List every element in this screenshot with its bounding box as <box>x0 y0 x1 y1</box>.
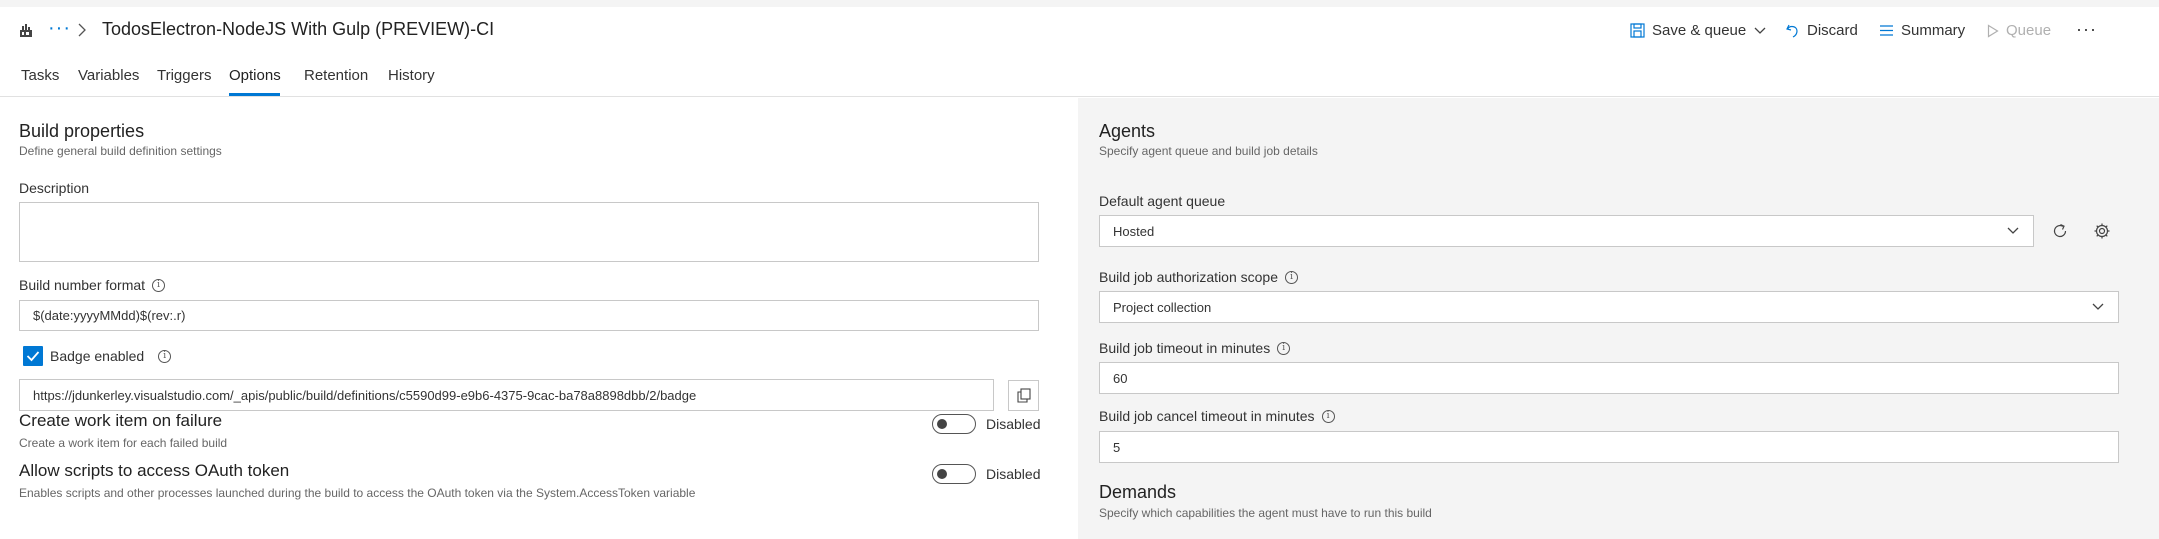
build-job-cancel-timeout-label: Build job cancel timeout in minutes i <box>1099 408 1335 424</box>
oauth-token-toggle[interactable] <box>932 464 976 484</box>
tab-retention[interactable]: Retention <box>304 67 368 84</box>
badge-enabled-label: Badge enabled i <box>50 348 172 364</box>
discard-button[interactable]: Discard <box>1785 22 1858 39</box>
build-job-timeout-text: Build job timeout in minutes <box>1099 340 1271 356</box>
oauth-token-subtitle: Enables scripts and other processes laun… <box>19 486 696 500</box>
breadcrumb-more-button[interactable]: ··· <box>48 18 71 38</box>
page-title: TodosElectron-NodeJS With Gulp (PREVIEW)… <box>102 19 495 39</box>
info-icon[interactable]: i <box>158 349 172 363</box>
info-icon[interactable]: i <box>1321 409 1335 423</box>
agents-heading: Agents <box>1099 121 1156 141</box>
build-job-timeout-input[interactable]: 60 <box>1099 362 2119 394</box>
top-strip <box>0 0 2159 7</box>
breadcrumb-chevron-right-icon <box>77 23 87 37</box>
gear-icon <box>2094 223 2110 239</box>
manage-queue-button[interactable] <box>2092 221 2112 241</box>
play-icon <box>1987 23 1999 38</box>
build-job-cancel-timeout-input[interactable]: 5 <box>1099 431 2119 463</box>
badge-url-field[interactable]: https://jdunkerley.visualstudio.com/_api… <box>19 379 994 411</box>
oauth-token-state: Disabled <box>986 466 1041 482</box>
demands-subtitle: Specify which capabilities the agent mus… <box>1099 506 1432 520</box>
default-agent-queue-select[interactable]: Hosted <box>1099 215 2034 247</box>
build-job-authorization-scope-value: Project collection <box>1113 299 1212 315</box>
more-actions-button[interactable]: ··· <box>2076 19 2097 39</box>
tab-bar: Tasks Variables Triggers Options Retenti… <box>0 57 2159 97</box>
info-icon[interactable]: i <box>1285 270 1299 284</box>
build-properties-subtitle: Define general build definition settings <box>19 144 222 158</box>
active-tab-indicator <box>229 93 280 96</box>
info-icon[interactable]: i <box>152 278 166 292</box>
queue-button[interactable]: Queue <box>1987 22 2051 39</box>
badge-enabled-checkbox[interactable] <box>23 346 43 366</box>
build-properties-heading: Build properties <box>19 121 145 141</box>
build-number-format-input[interactable]: $(date:yyyyMMdd)$(rev:.r) <box>19 300 1039 331</box>
create-work-item-subtitle: Create a work item for each failed build <box>19 436 228 450</box>
chevron-down-icon <box>1754 27 1766 34</box>
create-work-item-state: Disabled <box>986 416 1041 432</box>
badge-enabled-text: Badge enabled <box>50 348 145 364</box>
agents-subtitle: Specify agent queue and build job detail… <box>1099 144 1318 158</box>
save-icon <box>1630 23 1645 38</box>
discard-label: Discard <box>1807 22 1858 39</box>
undo-icon <box>1786 24 1798 38</box>
refresh-queue-button[interactable] <box>2050 221 2070 241</box>
copy-badge-url-button[interactable] <box>1008 380 1039 411</box>
tab-history[interactable]: History <box>388 67 435 84</box>
build-job-timeout-label: Build job timeout in minutes i <box>1099 340 1291 356</box>
copy-icon <box>1016 388 1031 403</box>
toggle-knob <box>937 419 947 429</box>
save-queue-button[interactable]: Save & queue <box>1630 22 1766 39</box>
summary-label: Summary <box>1901 22 1966 39</box>
build-number-format-text: Build number format <box>19 277 146 293</box>
default-agent-queue-value: Hosted <box>1113 223 1155 239</box>
info-icon[interactable]: i <box>1277 341 1291 355</box>
build-pipeline-icon <box>19 24 33 38</box>
chevron-down-icon <box>2007 227 2019 234</box>
build-job-authorization-scope-label: Build job authorization scope i <box>1099 269 1299 285</box>
chevron-down-icon <box>2092 303 2104 310</box>
oauth-token-title: Allow scripts to access OAuth token <box>19 461 290 480</box>
build-number-format-label: Build number format i <box>19 277 166 293</box>
tab-triggers[interactable]: Triggers <box>157 67 211 84</box>
demands-heading: Demands <box>1099 482 1177 502</box>
summary-button[interactable]: Summary <box>1879 22 1965 39</box>
tab-tasks[interactable]: Tasks <box>21 67 59 84</box>
build-job-authorization-scope-text: Build job authorization scope <box>1099 269 1279 285</box>
build-job-cancel-timeout-text: Build job cancel timeout in minutes <box>1099 408 1315 424</box>
queue-label: Queue <box>2006 22 2052 39</box>
description-input[interactable] <box>19 202 1039 262</box>
refresh-icon <box>2053 223 2067 238</box>
tab-options[interactable]: Options <box>229 67 281 84</box>
description-label: Description <box>19 180 90 196</box>
create-work-item-title: Create work item on failure <box>19 411 223 430</box>
tab-variables[interactable]: Variables <box>78 67 139 84</box>
default-agent-queue-label: Default agent queue <box>1099 193 1226 209</box>
checkmark-icon <box>26 351 40 362</box>
build-job-authorization-scope-select[interactable]: Project collection <box>1099 291 2119 323</box>
toggle-knob <box>937 469 947 479</box>
create-work-item-toggle[interactable] <box>932 414 976 434</box>
save-queue-label: Save & queue <box>1652 22 1747 39</box>
list-icon <box>1880 25 1893 36</box>
